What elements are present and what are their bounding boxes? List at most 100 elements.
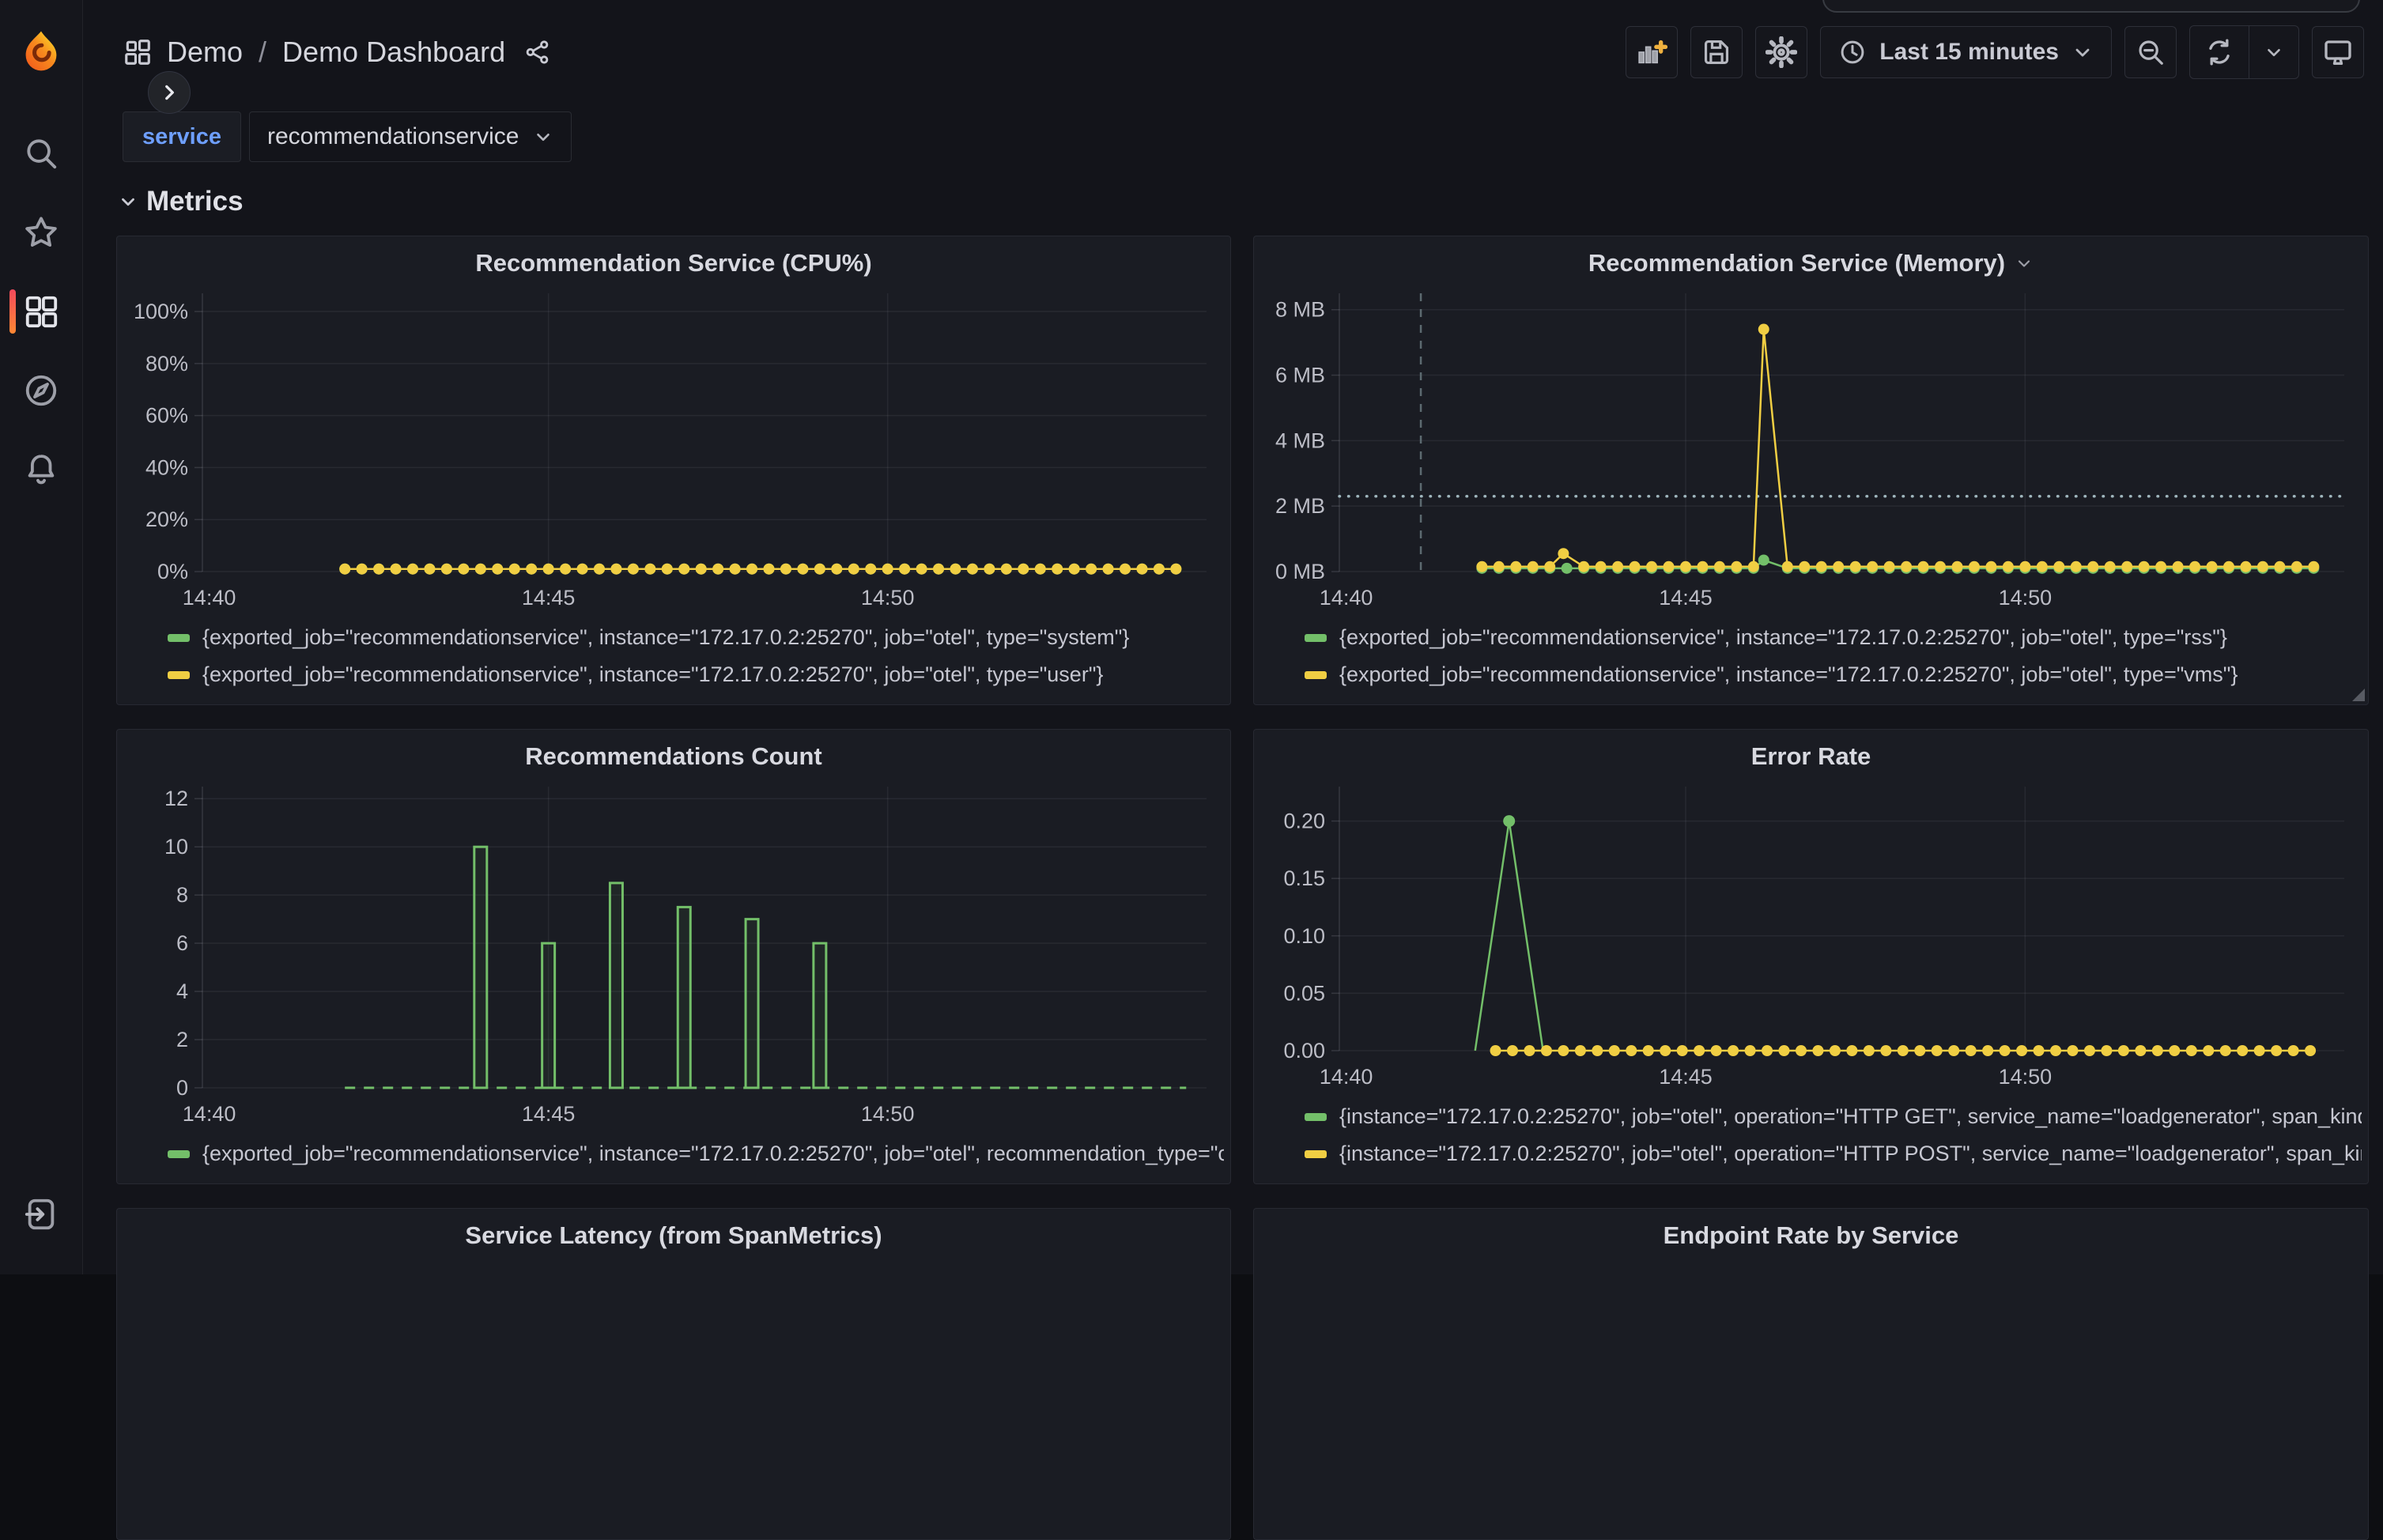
panel-menu-caret-icon[interactable]: [2015, 254, 2034, 273]
kiosk-mode-button[interactable]: [2312, 26, 2364, 78]
svg-text:4 MB: 4 MB: [1275, 428, 1325, 452]
add-panel-button[interactable]: [1626, 26, 1678, 78]
explore-compass-icon: [23, 372, 59, 409]
panel-count-header[interactable]: Recommendations Count: [123, 738, 1224, 776]
panel-endpoint-rate: Endpoint Rate by Service: [1253, 1208, 2369, 1540]
zoom-out-icon: [2136, 37, 2166, 67]
legend-item[interactable]: {exported_job="recommendationservice", i…: [168, 1135, 1224, 1172]
legend-item[interactable]: {instance="172.17.0.2:25270", job="otel"…: [1305, 1098, 2362, 1135]
main-content: Demo / Demo Dashboard: [83, 0, 2383, 1274]
sidebar-expand-button[interactable]: [148, 71, 191, 114]
legend-label: {instance="172.17.0.2:25270", job="otel"…: [1339, 1104, 2362, 1129]
grafana-logo[interactable]: [19, 28, 63, 73]
cpu-legend: {exported_job="recommendationservice", i…: [168, 619, 1224, 693]
chevron-down-icon: [118, 191, 138, 212]
refresh-interval-dropdown[interactable]: [2249, 26, 2298, 78]
panel-memory-header[interactable]: Recommendation Service (Memory): [1260, 244, 2362, 282]
sign-in-icon: [23, 1196, 59, 1232]
svg-text:14:50: 14:50: [861, 586, 915, 610]
breadcrumb-section[interactable]: Demo: [167, 36, 243, 69]
refresh-button-group: [2189, 25, 2299, 79]
svg-text:0.15: 0.15: [1283, 866, 1325, 890]
chevron-down-icon: [2071, 41, 2094, 63]
alerting-bell-icon: [23, 451, 59, 488]
save-dashboard-button[interactable]: [1690, 26, 1743, 78]
sidebar: [0, 0, 83, 1274]
panel-error-header[interactable]: Error Rate: [1260, 738, 2362, 776]
sidebar-item-search[interactable]: [0, 114, 82, 193]
share-icon[interactable]: [524, 39, 551, 66]
legend-item[interactable]: {exported_job="recommendationservice", i…: [168, 619, 1224, 656]
panel-memory: Recommendation Service (Memory) 0 MB 2 MB…: [1253, 236, 2369, 705]
panel-resize-handle[interactable]: [2352, 689, 2365, 701]
legend-item[interactable]: {exported_job="recommendationservice", i…: [1305, 619, 2362, 656]
svg-text:2: 2: [176, 1028, 188, 1051]
svg-text:0: 0: [176, 1076, 188, 1100]
svg-text:100%: 100%: [134, 300, 188, 323]
search-icon: [23, 135, 59, 172]
svg-text:80%: 80%: [145, 352, 188, 376]
legend-item[interactable]: {exported_job="recommendationservice", i…: [1305, 656, 2362, 693]
breadcrumb-page[interactable]: Demo Dashboard: [282, 36, 505, 69]
panel-cpu-header[interactable]: Recommendation Service (CPU%): [123, 244, 1224, 282]
svg-text:2 MB: 2 MB: [1275, 494, 1325, 518]
svg-text:8: 8: [176, 883, 188, 907]
legend-item[interactable]: {instance="172.17.0.2:25270", job="otel"…: [1305, 1135, 2362, 1172]
svg-text:14:50: 14:50: [1999, 1065, 2053, 1089]
error-rate-legend: {instance="172.17.0.2:25270", job="otel"…: [1305, 1098, 2362, 1172]
legend-label: {exported_job="recommendationservice", i…: [202, 625, 1129, 650]
sidebar-item-sign-in[interactable]: [0, 1175, 82, 1254]
dashboards-grid-icon: [23, 293, 59, 330]
panel-title: Recommendation Service (CPU%): [475, 249, 871, 277]
legend-swatch: [1305, 1113, 1327, 1121]
svg-text:4: 4: [176, 979, 188, 1003]
time-range-picker[interactable]: Last 15 minutes: [1820, 26, 2112, 78]
variable-label[interactable]: service: [123, 111, 241, 162]
row-header-metrics[interactable]: Metrics: [118, 183, 2383, 220]
svg-text:40%: 40%: [145, 455, 188, 479]
cpu-chart[interactable]: 0%20%40%60%80%100%14:4014:4514:50: [123, 282, 1224, 617]
legend-label: {exported_job="recommendationservice", i…: [1339, 625, 2227, 650]
top-overlay-notch: [1822, 0, 2360, 13]
memory-legend: {exported_job="recommendationservice", i…: [1305, 619, 2362, 693]
error-rate-chart[interactable]: 0.000.050.100.150.2014:4014:4514:50: [1260, 776, 2362, 1096]
save-icon: [1701, 37, 1732, 67]
svg-text:14:40: 14:40: [1320, 586, 1373, 610]
svg-text:14:45: 14:45: [522, 586, 576, 610]
svg-text:14:50: 14:50: [1999, 586, 2053, 610]
legend-label: {exported_job="recommendationservice", i…: [202, 662, 1103, 687]
svg-text:14:45: 14:45: [1659, 1065, 1713, 1089]
panel-title: Service Latency (from SpanMetrics): [465, 1221, 882, 1250]
kiosk-tv-icon: [2322, 36, 2354, 68]
svg-text:0.10: 0.10: [1283, 924, 1325, 948]
svg-text:0.20: 0.20: [1283, 810, 1325, 833]
svg-text:0 MB: 0 MB: [1275, 560, 1325, 583]
svg-text:10: 10: [164, 835, 188, 859]
active-accent-bar: [9, 289, 16, 334]
legend-label: {exported_job="recommendationservice", i…: [202, 1142, 1224, 1166]
apps-grid-icon: [123, 37, 153, 67]
sidebar-item-dashboards[interactable]: [0, 272, 82, 351]
svg-text:0%: 0%: [157, 560, 188, 583]
sidebar-item-starred[interactable]: [0, 193, 82, 272]
sidebar-item-explore[interactable]: [0, 351, 82, 430]
time-zoom-out-button[interactable]: [2124, 26, 2177, 78]
refresh-dashboard-button[interactable]: [2190, 26, 2249, 78]
legend-swatch: [1305, 1150, 1327, 1158]
dashboard-settings-button[interactable]: [1755, 26, 1807, 78]
panel-latency-header[interactable]: Service Latency (from SpanMetrics): [123, 1217, 1224, 1255]
memory-chart[interactable]: 0 MB2 MB4 MB6 MB8 MB14:4014:4514:50: [1260, 282, 2362, 617]
chevron-down-icon: [533, 126, 553, 147]
dashboard-toolbar: Last 15 minutes: [1626, 25, 2364, 79]
panel-title: Recommendations Count: [525, 742, 821, 771]
recommendations-count-chart[interactable]: 02468101214:4014:4514:50: [123, 776, 1224, 1134]
svg-text:14:40: 14:40: [183, 1102, 236, 1126]
legend-item[interactable]: {exported_job="recommendationservice", i…: [168, 656, 1224, 693]
variable-value-dropdown[interactable]: recommendationservice: [249, 111, 572, 162]
variables-bar: service recommendationservice: [123, 112, 2383, 161]
sidebar-item-alerting[interactable]: [0, 430, 82, 509]
panel-error-rate: Error Rate 0.000.050.100.150.2014:4014:4…: [1253, 729, 2369, 1184]
legend-swatch: [1305, 671, 1327, 679]
panel-title: Endpoint Rate by Service: [1664, 1221, 1959, 1250]
panel-endpoint-header[interactable]: Endpoint Rate by Service: [1260, 1217, 2362, 1255]
